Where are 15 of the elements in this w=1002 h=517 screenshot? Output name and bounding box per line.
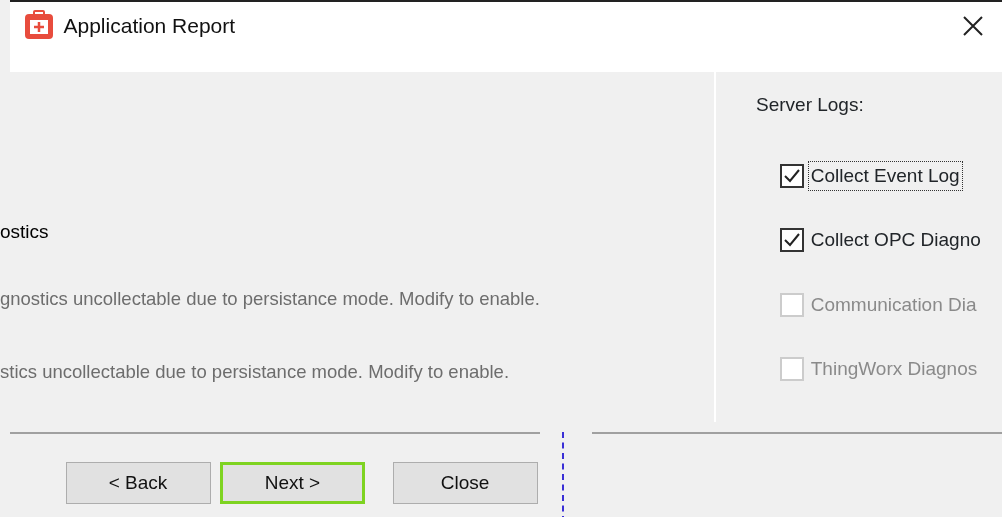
- dialog-button[interactable]: Next >: [220, 462, 365, 504]
- app-icon: [24, 10, 54, 40]
- checkbox-label: Collect OPC Diagno: [809, 228, 982, 252]
- checkbox-label: Collect Event Log: [808, 161, 962, 190]
- dialog-button[interactable]: Close: [392, 462, 538, 504]
- status-note: stics uncollectable due to persistance mode. Modify to enable.: [0, 360, 511, 385]
- checkbox[interactable]: [780, 163, 804, 188]
- checkbox[interactable]: [780, 228, 804, 253]
- dialog-button[interactable]: < Back: [65, 462, 211, 504]
- checkbox-label: Communication Dia: [809, 292, 978, 317]
- section-heading: ostics: [0, 220, 50, 244]
- window-title: Application Report: [63, 13, 236, 39]
- server-logs-label: Server Logs:: [756, 93, 865, 117]
- status-note: gnostics uncollectable due to persistance mode. Modify to enable.: [0, 286, 541, 311]
- checkbox-label: ThingWorx Diagnos: [809, 357, 979, 381]
